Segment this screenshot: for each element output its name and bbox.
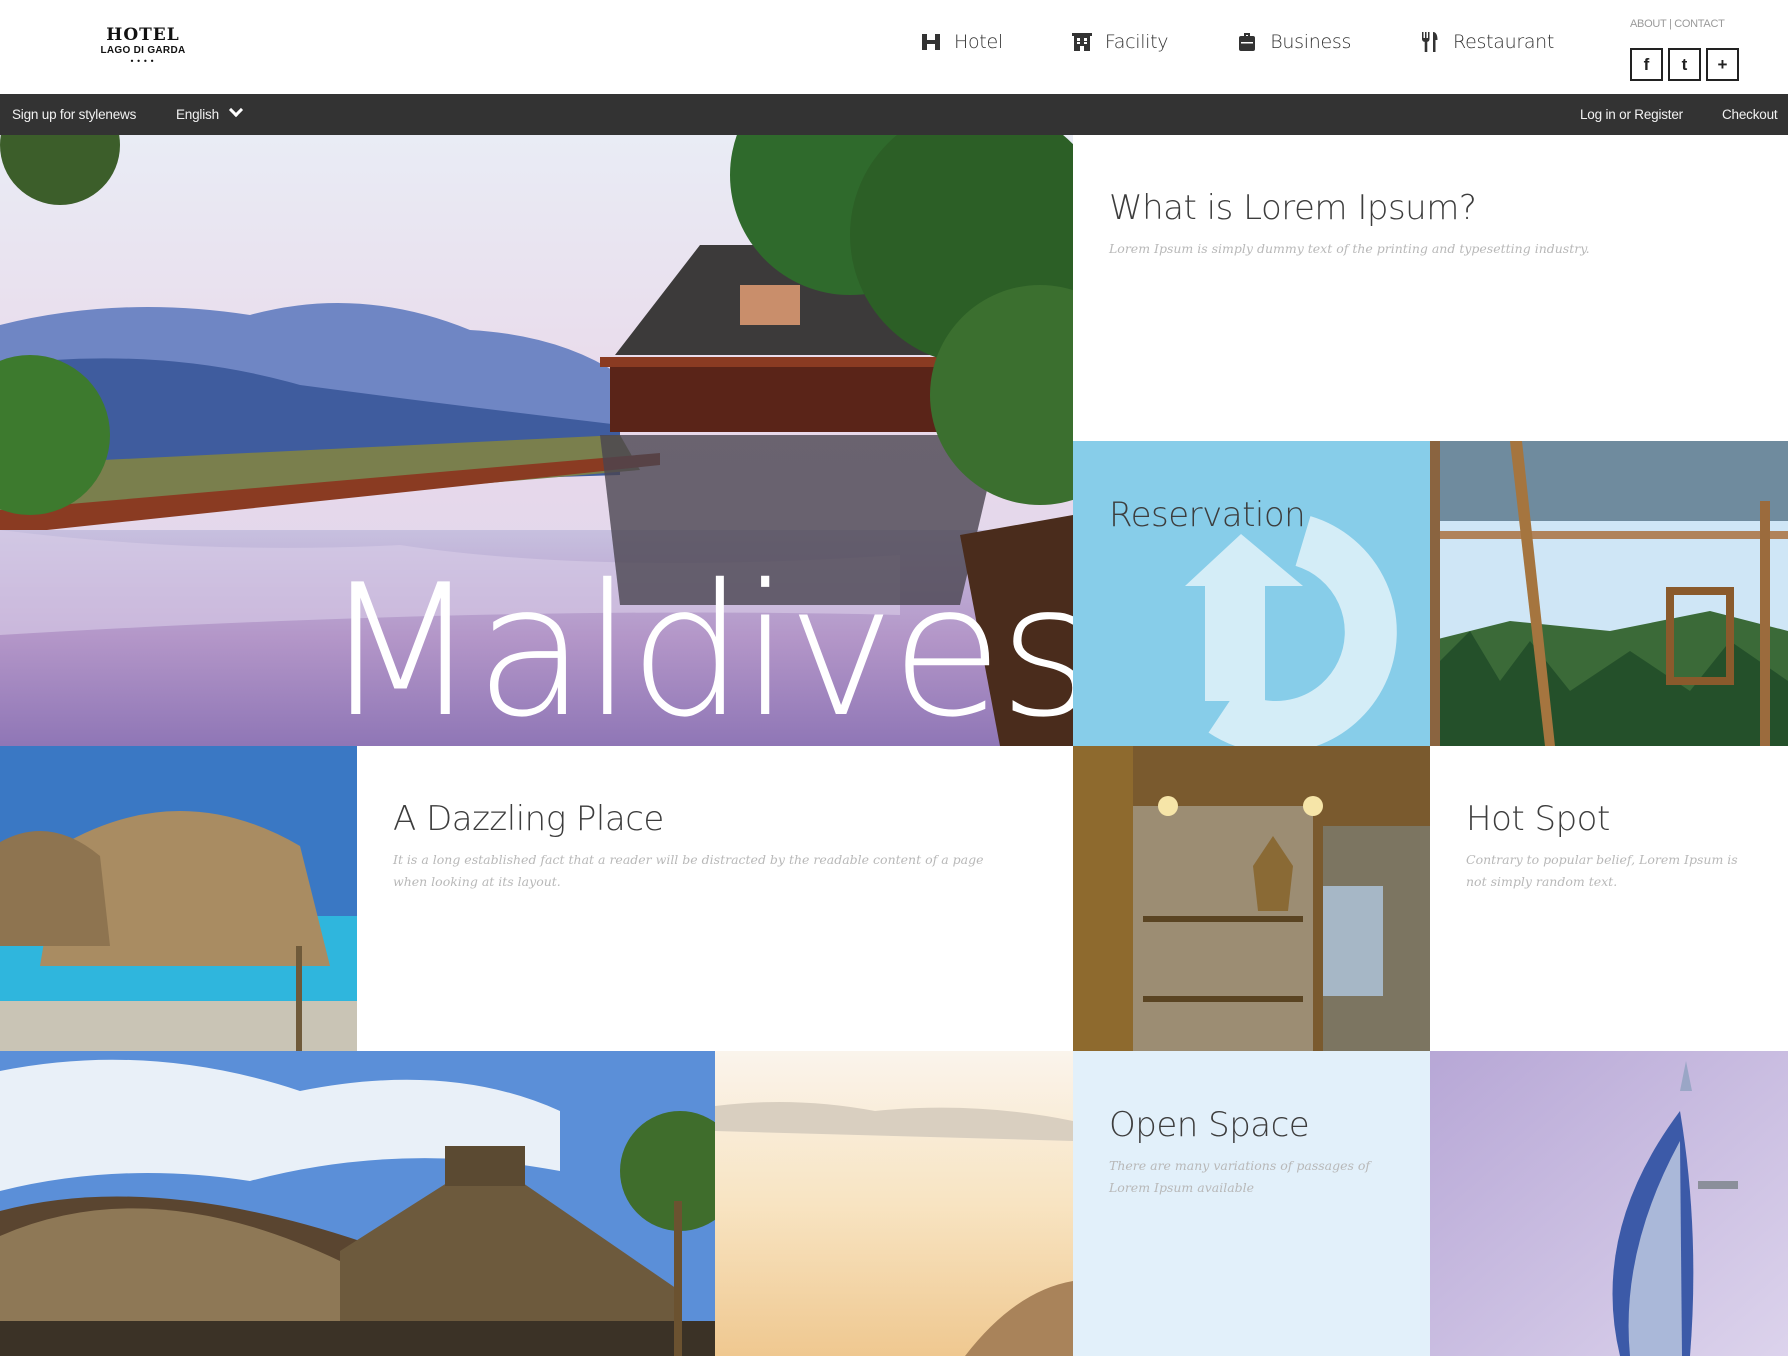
briefcase-icon xyxy=(1239,33,1256,51)
sunset-image xyxy=(715,1051,1073,1356)
language-dropdown[interactable]: English xyxy=(176,94,243,135)
language-label: English xyxy=(176,107,219,122)
reservation-tile[interactable]: Reservation xyxy=(1073,441,1430,746)
site-header: HOTEL LAGO DI GARDA •••• Hotel Facility … xyxy=(0,0,1788,94)
openspace-desc: There are many variations of passages of… xyxy=(1109,1158,1371,1195)
nav-label: Facility xyxy=(1104,31,1169,53)
dazzling-title: A Dazzling Place xyxy=(393,799,664,839)
logo-line2: LAGO DI GARDA xyxy=(100,45,186,56)
lorem-title: What is Lorem Ipsum? xyxy=(1109,188,1477,228)
dazzling-desc: It is a long established fact that a rea… xyxy=(393,852,984,889)
hero-maldives-tile[interactable]: Maldives xyxy=(0,135,1073,746)
window-view-image xyxy=(1430,441,1788,746)
main-nav: Hotel Facility Business Restaurant xyxy=(920,27,1554,57)
cutlery-icon xyxy=(1422,32,1438,52)
huts-photo[interactable] xyxy=(0,1051,715,1356)
sub-bar: Sign up for stylenews English Log in or … xyxy=(0,94,1788,135)
login-register-link[interactable]: Log in or Register xyxy=(1580,94,1683,135)
logo-line1: HOTEL xyxy=(106,25,180,45)
nav-item-facility[interactable]: Facility xyxy=(1071,27,1169,57)
refresh-icon xyxy=(1185,516,1397,746)
reservation-title: Reservation xyxy=(1109,495,1306,535)
nav-item-business[interactable]: Business xyxy=(1236,27,1351,57)
openspace-tile[interactable]: Open Space There are many variations of … xyxy=(1073,1051,1430,1356)
interior-photo[interactable] xyxy=(1073,746,1430,1051)
hotel-logo[interactable]: HOTEL LAGO DI GARDA •••• xyxy=(88,26,198,67)
logo-stars: •••• xyxy=(129,57,157,66)
plus-button[interactable]: + xyxy=(1706,48,1739,81)
facebook-button[interactable]: f xyxy=(1630,48,1663,81)
checkout-link[interactable]: Checkout xyxy=(1722,94,1778,135)
nav-label: Restaurant xyxy=(1453,31,1555,53)
about-contact-links[interactable]: ABOUT | CONTACT xyxy=(1630,18,1725,30)
building-icon xyxy=(1071,33,1092,51)
lorem-tile[interactable]: What is Lorem Ipsum? Lorem Ipsum is simp… xyxy=(1073,135,1788,441)
tower-photo[interactable] xyxy=(1430,1051,1788,1356)
twitter-button[interactable]: t xyxy=(1668,48,1701,81)
tower-image xyxy=(1430,1051,1788,1356)
signup-link[interactable]: Sign up for stylenews xyxy=(12,94,136,135)
huts-image xyxy=(0,1051,715,1356)
lorem-desc: Lorem Ipsum is simply dummy text of the … xyxy=(1109,241,1590,256)
hero-title: Maldives xyxy=(322,545,1073,746)
hotspot-title: Hot Spot xyxy=(1466,799,1610,839)
nav-label: Business xyxy=(1270,31,1352,53)
chevron-down-icon xyxy=(228,102,243,118)
hotel-h-icon xyxy=(922,34,940,50)
openspace-title: Open Space xyxy=(1109,1105,1310,1145)
hotspot-tile[interactable]: Hot Spot Contrary to popular belief, Lor… xyxy=(1430,746,1788,1051)
pool-photo[interactable] xyxy=(0,746,357,1051)
pool-image xyxy=(0,746,357,1051)
nav-item-restaurant[interactable]: Restaurant xyxy=(1419,27,1554,57)
social-buttons: f t + xyxy=(1630,48,1744,81)
dazzling-tile[interactable]: A Dazzling Place It is a long establishe… xyxy=(357,746,1073,1051)
interior-image xyxy=(1073,746,1430,1051)
nav-label: Hotel xyxy=(954,31,1003,53)
nav-item-hotel[interactable]: Hotel xyxy=(920,27,1003,57)
window-view-photo[interactable] xyxy=(1430,441,1788,746)
hotspot-desc: Contrary to popular belief, Lorem Ipsum … xyxy=(1466,852,1738,889)
sunset-photo[interactable] xyxy=(715,1051,1073,1356)
